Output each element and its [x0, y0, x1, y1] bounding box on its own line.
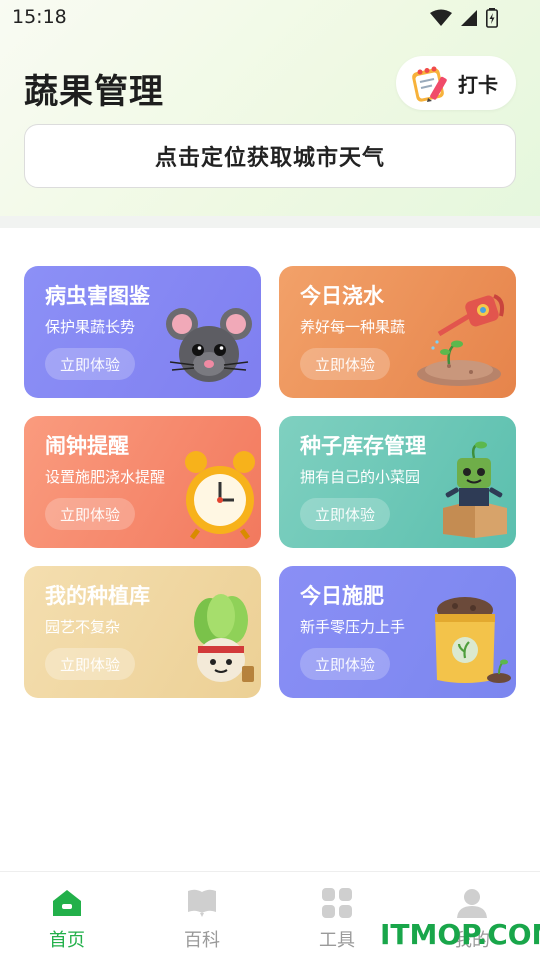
status-time: 15:18: [12, 6, 67, 28]
battery-icon: [486, 8, 498, 28]
card-title: 今日浇水: [300, 284, 384, 308]
watering-can-icon: [417, 294, 505, 386]
try-now-button[interactable]: 立即体验: [45, 348, 135, 380]
nav-label: 百科: [184, 930, 220, 951]
book-icon: [188, 889, 216, 917]
vegetable-icon: [194, 594, 254, 682]
status-icons: [430, 8, 498, 28]
card-seed-inventory[interactable]: 种子库存管理 拥有自己的小菜园 立即体验: [279, 416, 516, 548]
card-subtitle: 保护果蔬长势: [45, 318, 136, 336]
card-today-watering[interactable]: 今日浇水 养好每一种果蔬 立即体验: [279, 266, 516, 398]
card-subtitle: 养好每一种果蔬: [300, 318, 406, 336]
card-subtitle: 园艺不复杂: [45, 618, 121, 636]
card-subtitle: 设置施肥浇水提醒: [45, 468, 166, 486]
card-pest-guide[interactable]: 病虫害图鉴 保护果蔬长势 立即体验: [24, 266, 261, 398]
nav-label: 工具: [319, 930, 355, 951]
card-alarm-reminder[interactable]: 闹钟提醒 设置施肥浇水提醒 立即体验: [24, 416, 261, 548]
nav-item-tools[interactable]: 工具: [297, 888, 377, 952]
try-now-button[interactable]: 立即体验: [300, 498, 390, 530]
signal-icon: [461, 10, 477, 26]
card-title: 病虫害图鉴: [45, 284, 150, 308]
nav-item-encyclopedia[interactable]: 百科: [162, 888, 242, 952]
nav-label: 首页: [49, 930, 85, 951]
grid-icon: [322, 888, 352, 918]
try-now-button[interactable]: 立即体验: [45, 648, 135, 680]
try-now-button[interactable]: 立即体验: [300, 348, 390, 380]
wifi-icon: [430, 9, 452, 26]
try-now-button[interactable]: 立即体验: [300, 648, 390, 680]
card-title: 我的种植库: [45, 584, 150, 608]
weather-prompt: 点击定位获取城市天气: [154, 146, 385, 171]
home-icon: [53, 890, 81, 916]
mouse-icon: [166, 308, 252, 382]
user-icon: [457, 889, 487, 918]
card-today-fertilizing[interactable]: 今日施肥 新手零压力上手 立即体验: [279, 566, 516, 698]
card-subtitle: 新手零压力上手: [300, 618, 406, 636]
card-planting-library[interactable]: 我的种植库 园艺不复杂 立即体验: [24, 566, 261, 698]
card-title: 闹钟提醒: [45, 434, 129, 458]
card-title: 种子库存管理: [300, 434, 426, 458]
notepad-pen-icon: [412, 66, 447, 102]
status-bar: 15:18: [0, 0, 540, 36]
section-divider: [0, 216, 540, 228]
checkin-label: 打卡: [458, 72, 498, 97]
page-title: 蔬果管理: [24, 72, 164, 112]
nav-item-home[interactable]: 首页: [27, 888, 107, 952]
alarm-clock-icon: [185, 451, 255, 540]
card-title: 今日施肥: [300, 584, 384, 608]
watermark: ITMOP.COM: [380, 918, 540, 951]
checkin-button[interactable]: 打卡: [396, 56, 516, 110]
try-now-button[interactable]: 立即体验: [45, 498, 135, 530]
weather-locate-button[interactable]: 点击定位获取城市天气: [24, 124, 516, 188]
card-subtitle: 拥有自己的小菜园: [300, 468, 421, 486]
fertilizer-bag-icon: [435, 597, 511, 683]
seed-box-icon: [443, 441, 507, 538]
